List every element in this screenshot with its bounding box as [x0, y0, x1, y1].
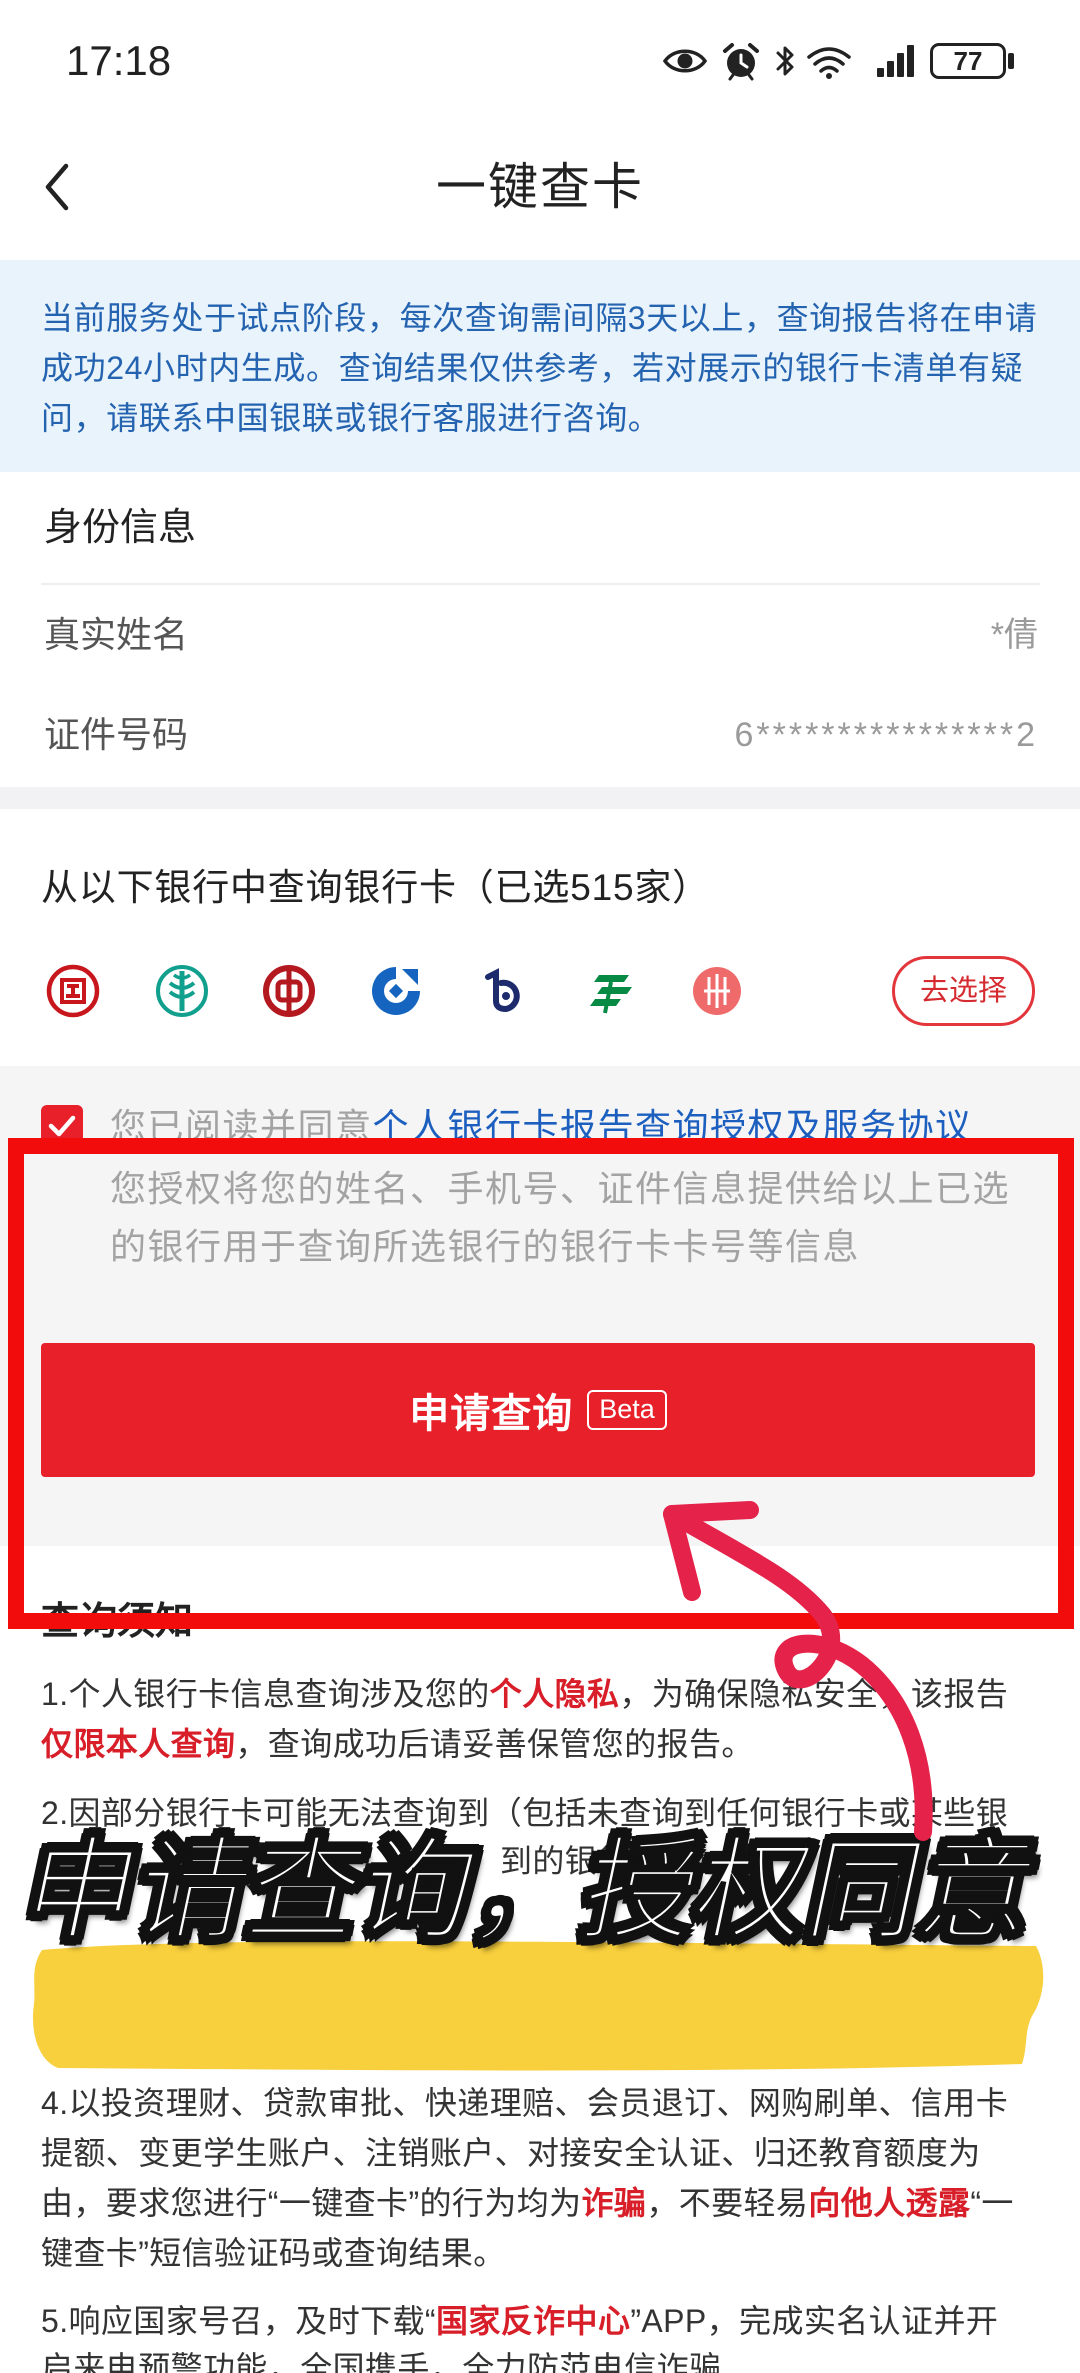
note-line: 键查卡”短信验证码或查询结果。 — [41, 2228, 506, 2278]
bocom-logo-icon — [485, 968, 520, 1013]
pilot-notice-banner: 当前服务处于试点阶段，每次查询需间隔3天以上，查询报告将在申请 成功24小时内生… — [0, 260, 1080, 472]
note-emphasis: 诈骗 — [581, 2185, 647, 2221]
note-text: 提额、变更学生账户、注销账户、对接安全认证、归还教育额度为 — [41, 2135, 981, 2171]
citic-logo-icon — [693, 967, 741, 1015]
note-text: ”APP，完成实名认证并开 — [630, 2303, 999, 2339]
choose-banks-button[interactable]: 去选择 — [892, 956, 1035, 1026]
divider — [41, 583, 1040, 585]
section-separator — [0, 787, 1080, 809]
status-time: 17:18 — [66, 37, 172, 84]
identity-section-title: 身份信息 — [44, 507, 197, 549]
battery-icon: 77 — [930, 43, 1006, 79]
signal-icon — [877, 45, 914, 77]
notice-line: 成功24小时内生成。查询结果仅供参考，若对展示的银行卡清单有疑 — [41, 350, 1024, 386]
note-line: 4.以投资理财、贷款审批、快递理赔、会员退订、网购刷单、信用卡 — [41, 2078, 1008, 2128]
battery-cap — [1008, 53, 1014, 69]
note-text: 键查卡”短信验证码或查询结果。 — [41, 2235, 506, 2271]
notice-line: 问，请联系中国银联或银行客服进行咨询。 — [41, 400, 661, 436]
abc-logo-icon — [156, 965, 208, 1017]
chevron-left-icon — [45, 163, 69, 211]
note-text: 启来电预警功能，全国携手，全力防范电信诈骗 — [41, 2350, 722, 2373]
wifi-icon — [807, 47, 851, 79]
real-name-label: 真实姓名 — [44, 614, 189, 655]
note-text: ，不要轻易 — [646, 2185, 809, 2221]
status-bar: 17:18 77 — [0, 0, 1080, 120]
real-name-value: *倩 — [990, 616, 1038, 654]
note-text: 由，要求您进行“一键查卡”的行为均为 — [41, 2185, 582, 2221]
note-text: 5.响应国家号召，及时下载“ — [41, 2303, 436, 2339]
note-text: 1.个人银行卡信息查询涉及您的 — [41, 1676, 490, 1712]
battery-level: 77 — [953, 46, 983, 76]
note-line: 提额、变更学生账户、注销账户、对接安全认证、归还教育额度为 — [41, 2128, 981, 2178]
note-emphasis: 仅限本人查询 — [41, 1726, 236, 1762]
bluetooth-icon — [776, 46, 794, 76]
note-text: “一 — [970, 2185, 1014, 2221]
alarm-icon — [723, 43, 759, 81]
id-number-label: 证件号码 — [44, 714, 189, 755]
boc-logo-icon — [263, 965, 315, 1017]
note-line: 启来电预警功能，全国携手，全力防范电信诈骗 — [41, 2343, 721, 2373]
note-text: 4.以投资理财、贷款审批、快递理赔、会员退订、网购刷单、信用卡 — [41, 2085, 1009, 2121]
note-line: 5.响应国家号召，及时下载“国家反诈中心”APP，完成实名认证并开 — [41, 2296, 998, 2346]
annotation-arrow-icon — [663, 1501, 933, 1841]
id-number-value: 6****************2 — [734, 716, 1038, 754]
back-button[interactable] — [26, 156, 88, 218]
icbc-logo-icon — [46, 964, 100, 1018]
note-emphasis: 国家反诈中心 — [435, 2303, 631, 2339]
page-title: 一键查卡 — [436, 159, 644, 215]
ccb-logo-icon — [372, 967, 420, 1015]
note-line: 由，要求您进行“一键查卡”的行为均为诈骗，不要轻易向他人透露“一 — [41, 2178, 1014, 2228]
bank-selection-title: 从以下银行中查询银行卡（已选515家） — [41, 867, 710, 908]
eye-icon — [662, 49, 708, 73]
psbc-logo-icon — [590, 975, 632, 1014]
note-emphasis: 向他人透露 — [808, 2185, 971, 2221]
notice-line: 当前服务处于试点阶段，每次查询需间隔3天以上，查询报告将在申请 — [41, 300, 1038, 336]
